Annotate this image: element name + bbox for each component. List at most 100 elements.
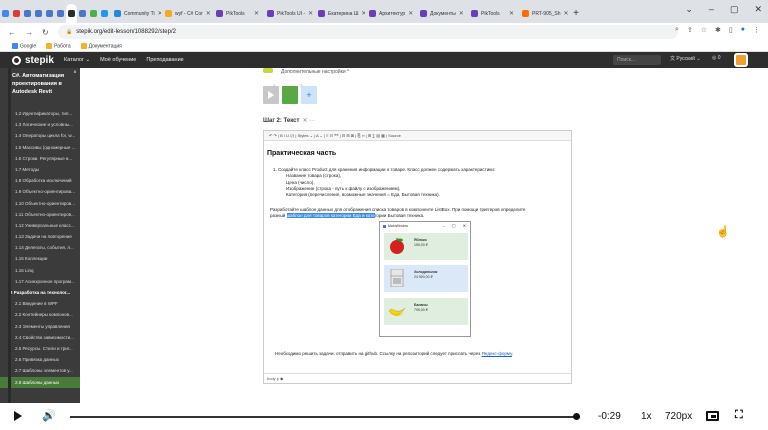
add-step-button[interactable]: + xyxy=(301,86,317,104)
sidebar-item[interactable]: 2.7 Шаблоны элементов у... xyxy=(0,365,80,376)
sidebar-item[interactable]: 2.1 Введение в WPF xyxy=(0,298,80,309)
progress-track[interactable] xyxy=(70,416,580,418)
browser-tab[interactable] xyxy=(0,4,11,23)
tab-close-icon[interactable]: ✕ xyxy=(408,10,413,17)
tab-close-icon[interactable]: ✕ xyxy=(509,10,514,17)
browser-tab[interactable] xyxy=(33,4,44,23)
minimize-icon[interactable]: – xyxy=(709,4,714,15)
course-title[interactable]: C#. Автоматизация проектирования в Autod… xyxy=(0,68,80,102)
lens-icon[interactable]: ⌕ xyxy=(675,26,679,34)
browser-tab[interactable]: Документы ✕ xyxy=(416,4,467,23)
editor-toolbar[interactable]: ↶ ↷ | B I U ⟨/⟩ | Styles ⌄ | A ⌄ | ≡ ☷ ❝… xyxy=(264,131,571,141)
sidebar-item[interactable]: 2.6 Привязка данных xyxy=(0,354,80,365)
tab-favicon-icon xyxy=(216,10,223,17)
menu-icon[interactable]: ⋮ xyxy=(753,26,760,34)
bookmark-item[interactable]: Документация xyxy=(80,42,122,49)
browser-tab[interactable] xyxy=(11,4,22,23)
sidebar-item[interactable]: 1.3 Логические и условны... xyxy=(0,119,80,130)
browser-tab[interactable]: PikTools ✕ xyxy=(467,4,518,23)
user-avatar[interactable] xyxy=(734,53,748,67)
sidebar-item[interactable]: 1.5 Массивы (одномерные ... xyxy=(0,142,80,153)
maximize-icon[interactable]: ▢ xyxy=(730,4,739,15)
back-icon[interactable]: ← xyxy=(8,28,16,37)
browser-tab[interactable]: Community Ti ✕ xyxy=(110,4,161,23)
sidebar-section[interactable]: 2 Разработка на технолог... xyxy=(0,287,80,298)
bookmark-item[interactable]: Google xyxy=(12,42,36,49)
rich-text-editor[interactable]: ↶ ↷ | B I U ⟨/⟩ | Styles ⌄ | A ⌄ | ≡ ☷ ❝… xyxy=(263,130,572,384)
star-icon[interactable]: ☆ xyxy=(701,26,707,34)
browser-tab[interactable] xyxy=(22,4,33,23)
sidebar-item[interactable]: 1.7 Методы xyxy=(0,164,80,175)
tab-close-icon[interactable]: ✕ xyxy=(564,10,569,17)
extensions-icon[interactable]: ✱ xyxy=(715,26,721,34)
sidebar-item[interactable]: 1.8 Обработка исключений xyxy=(0,175,80,186)
step-1-tile[interactable] xyxy=(263,86,279,104)
sidebar-item[interactable]: 1.17 Асинхронное програм... xyxy=(0,276,80,287)
browser-tab[interactable]: Екатерина Ш ✕ xyxy=(314,4,365,23)
sidebar-item[interactable]: 1.4 Операторы цикла for, w... xyxy=(0,130,80,141)
editor-body[interactable]: Практическая часть 1. Создайте класс Pro… xyxy=(264,141,571,375)
sidebar-item[interactable]: 2.4 Свойства зависимости... xyxy=(0,332,80,343)
sidebar-item[interactable]: 2.5 Ресурсы. Стили и триг... xyxy=(0,343,80,354)
sidebar-icon[interactable]: ▯ xyxy=(729,26,733,34)
browser-tab[interactable] xyxy=(44,4,55,23)
browser-tab[interactable] xyxy=(55,4,66,23)
tab-close-icon[interactable]: ✕ xyxy=(308,10,313,17)
fullscreen-icon[interactable]: ⛶ xyxy=(735,409,743,422)
sidebar-item[interactable]: 1.11 Объектно-ориентиров... xyxy=(0,209,80,220)
sidebar-item[interactable]: 1.16 Linq xyxy=(0,265,80,276)
profile-icon[interactable]: ● xyxy=(741,26,745,34)
close-window-icon[interactable]: ✕ xyxy=(754,4,762,15)
tab-close-icon[interactable]: ✕ xyxy=(206,10,211,17)
quality-button[interactable]: 720px xyxy=(665,411,692,422)
tab-close-icon[interactable]: ✕ xyxy=(459,10,464,17)
yandex-form-link[interactable]: Яндекс-форму xyxy=(482,351,512,356)
forward-icon[interactable]: → xyxy=(25,28,33,37)
search-input[interactable]: Поиск... xyxy=(613,55,661,65)
browser-tab[interactable]: Архитектур ✕ xyxy=(365,4,416,23)
sidebar-item[interactable]: 1.14 Делегаты, события, л... xyxy=(0,242,80,253)
tab-search-icon[interactable]: ⌄ xyxy=(685,4,693,15)
url-field[interactable]: 🔒 stepik.org/edit-lesson/1088292/step/2 xyxy=(58,25,678,39)
tab-close-icon[interactable]: ✕ xyxy=(254,10,259,17)
browser-tab[interactable]: PRT-905_Sh ✕ xyxy=(518,4,569,23)
sidebar-item[interactable]: 1.13 Задачи на повторение xyxy=(0,231,80,242)
play-icon[interactable] xyxy=(14,411,22,421)
progress-handle[interactable] xyxy=(573,413,581,420)
new-tab-button[interactable]: + xyxy=(569,4,583,23)
stepik-logo[interactable]: stepik xyxy=(0,55,62,66)
top-menu-item[interactable]: Каталог ⌄ xyxy=(64,57,90,63)
bookmark-icon xyxy=(46,42,53,49)
browser-tab[interactable] xyxy=(77,4,88,23)
sidebar-item[interactable]: 1.15 Коллекции xyxy=(0,253,80,264)
reload-icon[interactable]: ↻ xyxy=(42,28,49,37)
browser-tab[interactable]: PikTools UI - ✕ xyxy=(263,4,314,23)
bookmark-item[interactable]: Работа xyxy=(46,42,71,49)
sidebar-item[interactable]: 2.3 Элементы управления xyxy=(0,321,80,332)
sidebar-item[interactable]: 1.10 Объектно-ориентиров... xyxy=(0,198,80,209)
speed-button[interactable]: 1x xyxy=(641,411,652,422)
top-menu-item[interactable]: Преподавание xyxy=(146,57,183,63)
sidebar-item[interactable]: 1.6 Строки. Регулярные в... xyxy=(0,153,80,164)
step-2-tile[interactable] xyxy=(282,86,298,104)
additional-settings[interactable]: Дополнительные настройки ^ xyxy=(263,68,349,75)
volume-icon[interactable]: 🔊 xyxy=(42,409,56,422)
lock-icon: 🔒 xyxy=(66,29,73,35)
sidebar-item[interactable]: 1.2 Идентификаторы, тип... xyxy=(0,108,80,119)
top-menu-item[interactable]: Моё обучение xyxy=(100,57,136,63)
browser-tab[interactable] xyxy=(88,4,99,23)
sidebar-item[interactable]: 1.12 Универсальные класс... xyxy=(0,220,80,231)
stepik-topbar: stepik Каталог ⌄ Моё обучение Преподавание… xyxy=(0,52,768,68)
browser-tab[interactable]: PikTools ✕ xyxy=(212,4,263,23)
sidebar-item[interactable]: 1.9 Объектно-ориентирова... xyxy=(0,186,80,197)
sidebar-item[interactable]: 2.8 Шаблоны данных xyxy=(0,376,80,388)
points-counter[interactable]: ◎ 0 xyxy=(712,55,721,61)
language-select[interactable]: 文 Русский ⌄ xyxy=(670,55,701,62)
sidebar-item[interactable]: 2.2 Контейнеры компонов... xyxy=(0,309,80,320)
browser-tab[interactable]: wyf - C# Cor ✕ xyxy=(161,4,212,23)
browser-tab[interactable] xyxy=(99,4,110,23)
share-icon[interactable]: ⇪ xyxy=(687,26,693,34)
step-title-actions[interactable]: ✕ ··· xyxy=(302,118,315,124)
picture-in-picture-icon[interactable] xyxy=(706,411,719,421)
browser-tab[interactable] xyxy=(66,4,77,23)
